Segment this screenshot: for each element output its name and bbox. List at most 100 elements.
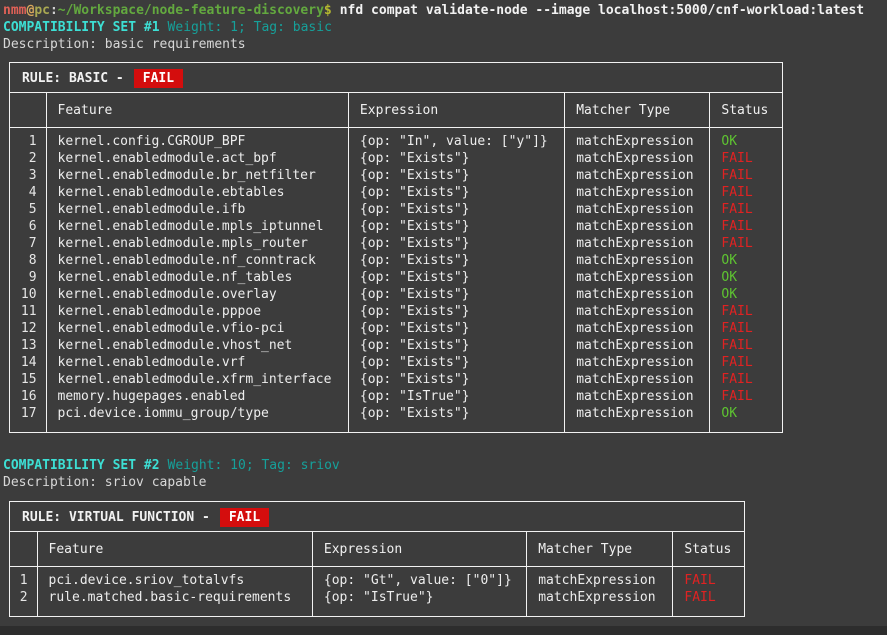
feature-cell: kernel.enabledmodule.vhost_net: [46, 337, 348, 354]
matcher-cell: matchExpression: [565, 371, 710, 388]
row-number: 1: [10, 567, 37, 590]
table-row: 17pci.device.iommu_group/type{op: "Exist…: [10, 405, 782, 432]
feature-cell: kernel.enabledmodule.overlay: [46, 286, 348, 303]
status-cell: FAIL: [710, 320, 782, 337]
table-header-row: Feature Expression Matcher Type Status: [10, 93, 782, 128]
expression-cell: {op: "Gt", value: ["0"]}: [312, 567, 526, 590]
feature-cell: kernel.enabledmodule.nf_conntrack: [46, 252, 348, 269]
expression-cell: {op: "Exists"}: [348, 184, 564, 201]
matcher-cell: matchExpression: [565, 252, 710, 269]
feature-cell: kernel.enabledmodule.act_bpf: [46, 150, 348, 167]
expression-cell: {op: "IsTrue"}: [312, 589, 526, 616]
row-number: 6: [10, 218, 46, 235]
matcher-cell: matchExpression: [565, 286, 710, 303]
feature-cell: kernel.enabledmodule.ebtables: [46, 184, 348, 201]
status-cell: FAIL: [710, 167, 782, 184]
set2-meta: Weight: 10; Tag: sriov: [168, 458, 340, 473]
prompt-part: nmm: [3, 3, 26, 18]
status-cell: OK: [710, 128, 782, 151]
row-number: 4: [10, 184, 46, 201]
expression-cell: {op: "Exists"}: [348, 235, 564, 252]
table-row: 1pci.device.sriov_totalvfs{op: "Gt", val…: [10, 567, 744, 590]
table-row: 3kernel.enabledmodule.br_netfilter{op: "…: [10, 167, 782, 184]
matcher-cell: matchExpression: [565, 405, 710, 432]
header-status: Status: [710, 93, 782, 128]
rule-table: Feature Expression Matcher Type Status 1…: [10, 93, 782, 432]
row-number: 1: [10, 128, 46, 151]
status-cell: FAIL: [710, 218, 782, 235]
status-cell: FAIL: [710, 184, 782, 201]
set2-title: COMPATIBILITY SET #2: [3, 458, 160, 473]
matcher-cell: matchExpression: [565, 269, 710, 286]
feature-cell: kernel.enabledmodule.vfio-pci: [46, 320, 348, 337]
rule-status-badge: FAIL: [220, 508, 269, 527]
table-row: 8kernel.enabledmodule.nf_conntrack{op: "…: [10, 252, 782, 269]
set1-description: Description: basic requirements: [3, 36, 887, 53]
feature-cell: kernel.enabledmodule.xfrm_interface: [46, 371, 348, 388]
table-row: 13kernel.enabledmodule.vhost_net{op: "Ex…: [10, 337, 782, 354]
table-row: 5kernel.enabledmodule.ifb{op: "Exists"}m…: [10, 201, 782, 218]
expression-cell: {op: "Exists"}: [348, 286, 564, 303]
expression-cell: {op: "Exists"}: [348, 167, 564, 184]
matcher-cell: matchExpression: [565, 337, 710, 354]
expression-cell: {op: "Exists"}: [348, 320, 564, 337]
matcher-cell: matchExpression: [565, 167, 710, 184]
rule-label: RULE: VIRTUAL FUNCTION -: [22, 510, 210, 525]
expression-cell: {op: "Exists"}: [348, 354, 564, 371]
terminal[interactable]: nmm@pc:~/Workspace/node-feature-discover…: [0, 0, 887, 617]
feature-cell: rule.matched.basic-requirements: [37, 589, 312, 616]
expression-cell: {op: "Exists"}: [348, 303, 564, 320]
rule-title-bar: RULE: BASIC -FAIL: [10, 63, 782, 93]
status-cell: OK: [710, 286, 782, 303]
table-row: 7kernel.enabledmodule.mpls_router{op: "E…: [10, 235, 782, 252]
shell-prompt: nmm@pc:~/Workspace/node-feature-discover…: [3, 3, 332, 18]
feature-cell: pci.device.iommu_group/type: [46, 405, 348, 432]
prompt-part: pc: [34, 3, 50, 18]
table-row: 6kernel.enabledmodule.mpls_iptunnel{op: …: [10, 218, 782, 235]
matcher-cell: matchExpression: [565, 354, 710, 371]
set1-header: COMPATIBILITY SET #1Weight: 1; Tag: basi…: [3, 19, 887, 36]
rule-table: Feature Expression Matcher Type Status 1…: [10, 532, 744, 616]
expression-cell: {op: "IsTrue"}: [348, 388, 564, 405]
matcher-cell: matchExpression: [565, 388, 710, 405]
row-number: 3: [10, 167, 46, 184]
table-row: 2rule.matched.basic-requirements{op: "Is…: [10, 589, 744, 616]
terminal-bottom-edge: [0, 626, 887, 635]
status-cell: OK: [710, 252, 782, 269]
set1-meta: Weight: 1; Tag: basic: [168, 20, 332, 35]
matcher-cell: matchExpression: [565, 128, 710, 151]
matcher-cell: matchExpression: [565, 150, 710, 167]
feature-cell: pci.device.sriov_totalvfs: [37, 567, 312, 590]
prompt-part: ~/Workspace/node-feature-discovery: [58, 3, 324, 18]
row-number: 2: [10, 150, 46, 167]
expression-cell: {op: "Exists"}: [348, 201, 564, 218]
table-header-row: Feature Expression Matcher Type Status: [10, 532, 744, 567]
prompt-part: $: [324, 3, 332, 18]
row-number: 9: [10, 269, 46, 286]
expression-cell: {op: "Exists"}: [348, 269, 564, 286]
status-cell: FAIL: [710, 235, 782, 252]
table-row: 14kernel.enabledmodule.vrf{op: "Exists"}…: [10, 354, 782, 371]
matcher-cell: matchExpression: [565, 184, 710, 201]
rule-status-badge: FAIL: [134, 69, 183, 88]
matcher-cell: matchExpression: [565, 320, 710, 337]
set2-description: Description: sriov capable: [3, 474, 887, 491]
feature-cell: kernel.enabledmodule.br_netfilter: [46, 167, 348, 184]
feature-cell: kernel.enabledmodule.pppoe: [46, 303, 348, 320]
expression-cell: {op: "Exists"}: [348, 218, 564, 235]
header-feature: Feature: [37, 532, 312, 567]
feature-cell: kernel.enabledmodule.vrf: [46, 354, 348, 371]
row-number: 12: [10, 320, 46, 337]
matcher-cell: matchExpression: [565, 303, 710, 320]
table-row: 4kernel.enabledmodule.ebtables{op: "Exis…: [10, 184, 782, 201]
row-number: 13: [10, 337, 46, 354]
table-row: 2kernel.enabledmodule.act_bpf{op: "Exist…: [10, 150, 782, 167]
expression-cell: {op: "In", value: ["y"]}: [348, 128, 564, 151]
status-cell: FAIL: [673, 589, 744, 616]
status-cell: FAIL: [710, 150, 782, 167]
expression-cell: {op: "Exists"}: [348, 405, 564, 432]
header-row-number: [10, 93, 46, 128]
status-cell: FAIL: [710, 354, 782, 371]
table-row: 15kernel.enabledmodule.xfrm_interface{op…: [10, 371, 782, 388]
prompt-part: :: [50, 3, 58, 18]
